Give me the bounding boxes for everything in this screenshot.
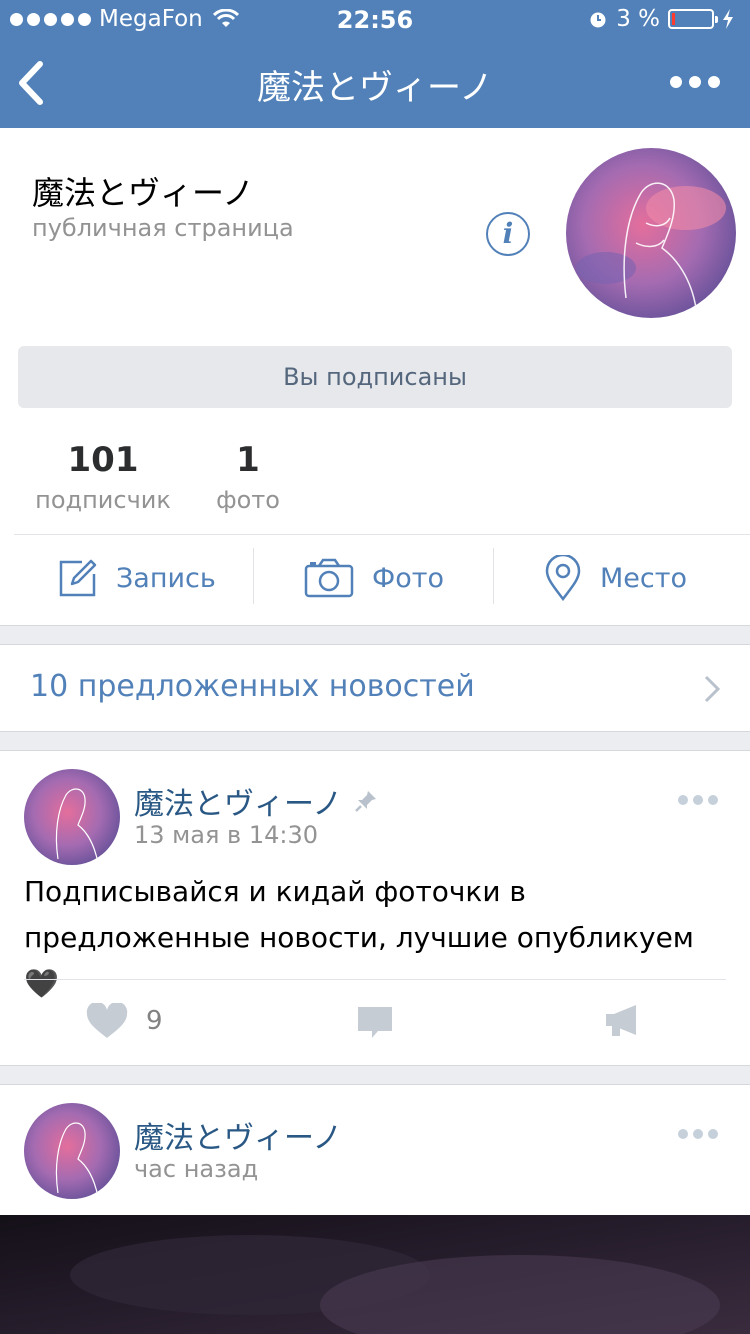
- community-profile-card: 魔法とヴィーノ публичная страница i Вы подписан…: [0, 128, 750, 626]
- place-action-button[interactable]: Место: [544, 550, 687, 606]
- community-avatar[interactable]: [566, 148, 736, 318]
- post-author-avatar[interactable]: [24, 769, 120, 865]
- camera-icon: [304, 558, 354, 598]
- status-bar: MegaFon 22:56 3 %: [0, 0, 750, 40]
- subscribed-button[interactable]: Вы подписаны: [18, 346, 732, 408]
- suggested-news-label: 10 предложенных новостей: [30, 669, 475, 704]
- info-icon[interactable]: i: [486, 212, 530, 256]
- stat-subscribers[interactable]: 101 подписчик: [30, 440, 176, 514]
- post-author-name[interactable]: 魔法とヴィーノ: [134, 779, 342, 823]
- stat-label: подписчик: [35, 486, 171, 514]
- action-label: Место: [600, 562, 687, 594]
- suggested-news-row[interactable]: 10 предложенных новостей: [0, 644, 750, 732]
- pin-icon: [355, 791, 376, 812]
- charging-bolt-icon: [723, 9, 733, 29]
- nav-bar: 魔法とヴィーノ: [0, 40, 750, 128]
- more-options-icon[interactable]: [670, 76, 720, 88]
- post-photo[interactable]: [0, 1215, 750, 1334]
- post-more-icon[interactable]: [678, 1129, 718, 1139]
- post-action-button[interactable]: Запись: [58, 550, 216, 606]
- post-timestamp: час назад: [134, 1155, 259, 1183]
- share-megaphone-icon[interactable]: [604, 1003, 642, 1037]
- divider: [24, 979, 726, 980]
- post-more-icon[interactable]: [678, 795, 718, 805]
- heart-icon: [86, 1003, 128, 1038]
- battery-percent: 3 %: [616, 6, 660, 32]
- alarm-icon: [590, 12, 606, 28]
- stat-value: 1: [236, 440, 260, 480]
- wall-post: 魔法とヴィーノ час назад: [0, 1084, 750, 1334]
- page-title: 魔法とヴィーノ: [257, 68, 493, 108]
- divider: [14, 534, 750, 535]
- stat-photos[interactable]: 1 фото: [212, 440, 284, 514]
- post-author-avatar[interactable]: [24, 1103, 120, 1199]
- compose-icon: [59, 559, 97, 597]
- post-timestamp: 13 мая в 14:30: [134, 821, 318, 849]
- post-text: Подписывайся и кидай фоточки в предложен…: [24, 875, 694, 1000]
- action-label: Фото: [372, 562, 445, 594]
- photo-action-button[interactable]: Фото: [304, 550, 444, 606]
- battery-icon: [668, 9, 718, 29]
- divider: [253, 548, 254, 604]
- community-name: 魔法とヴィーノ: [32, 174, 255, 212]
- comment-icon[interactable]: [356, 1005, 394, 1041]
- app-header: MegaFon 22:56 3 % 魔法とヴィーノ: [0, 0, 750, 128]
- action-label: Запись: [116, 562, 216, 594]
- post-author-name[interactable]: 魔法とヴィーノ: [134, 1113, 342, 1157]
- chevron-right-icon: [704, 675, 720, 703]
- community-type: публичная страница: [32, 214, 294, 242]
- stat-label: фото: [216, 486, 280, 514]
- like-button[interactable]: 9: [86, 1003, 163, 1039]
- stat-value: 101: [67, 440, 139, 480]
- like-count: 9: [146, 1006, 163, 1036]
- divider: [493, 548, 494, 604]
- wall-post: 魔法とヴィーノ 13 мая в 14:30 Подписывайся и ки…: [0, 750, 750, 1066]
- location-pin-icon: [545, 555, 581, 601]
